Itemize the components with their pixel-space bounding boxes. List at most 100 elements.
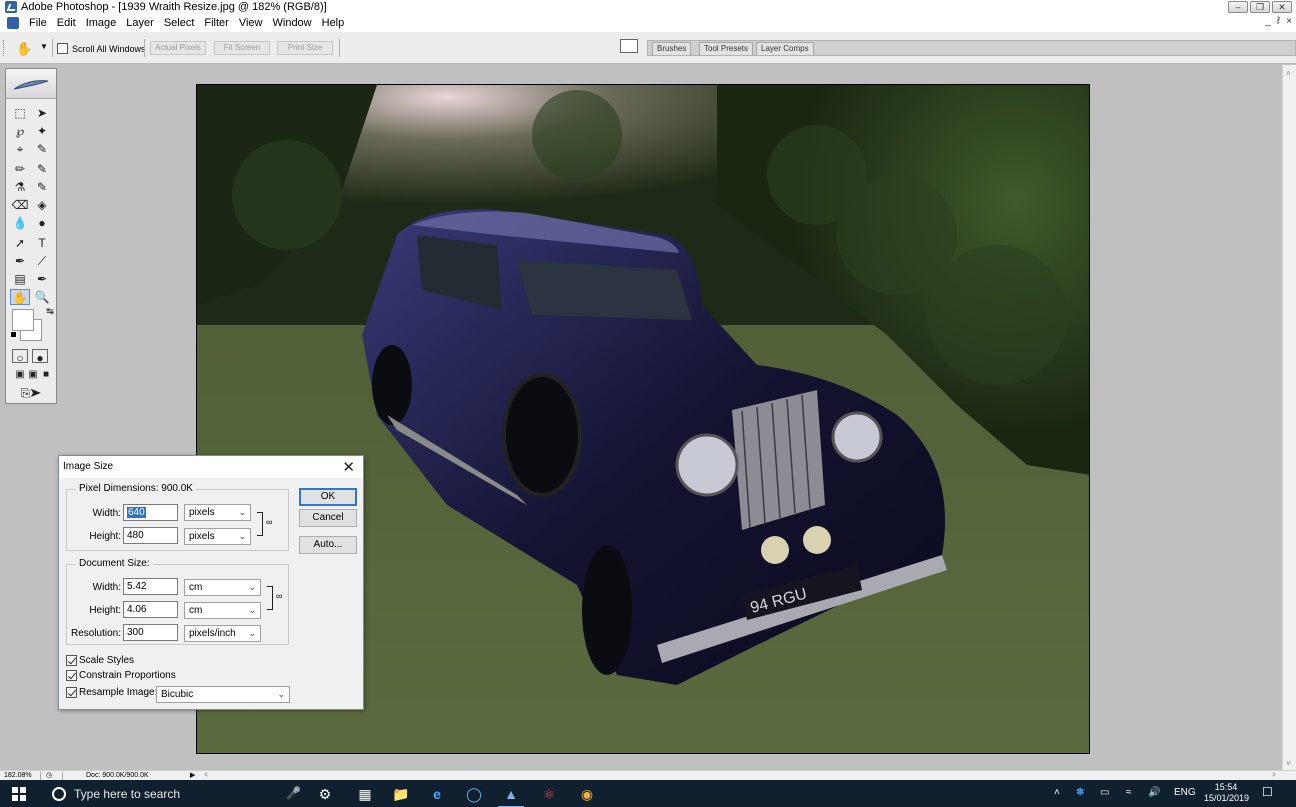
pixel-height-unit-select[interactable]: pixels ⌄ xyxy=(184,528,251,545)
resample-method-select[interactable]: Bicubic ⌄ xyxy=(156,686,290,703)
menu-edit[interactable]: Edit xyxy=(52,17,81,29)
zoom-level[interactable]: 182.08% xyxy=(4,771,32,780)
path-selection-tool-icon[interactable]: ➚ xyxy=(10,235,30,251)
status-info-icon[interactable]: ◷ xyxy=(46,771,52,780)
history-brush-tool-icon[interactable]: ✎ xyxy=(32,179,52,195)
notification-icon[interactable]: ☐ xyxy=(1262,785,1273,799)
microphone-icon[interactable]: 🎤 xyxy=(286,786,301,800)
windows-start-icon[interactable] xyxy=(12,787,26,801)
resolution-input[interactable]: 300 xyxy=(123,624,178,641)
slice-tool-icon[interactable]: ✎ xyxy=(32,141,52,157)
status-menu-arrow-icon[interactable]: ▶ xyxy=(190,771,195,780)
wifi-icon[interactable]: ≈ xyxy=(1126,787,1132,798)
photoshop-feather-icon[interactable] xyxy=(12,77,50,91)
scroll-down-arrow-icon[interactable]: ˅ xyxy=(1286,759,1291,768)
show-hidden-icons-icon[interactable]: ˄ xyxy=(1054,787,1060,798)
marquee-tool-icon[interactable]: ⬚ xyxy=(10,105,30,121)
file-explorer-icon[interactable]: 📁 xyxy=(392,785,410,803)
acrobat-icon[interactable]: ⚛ xyxy=(540,785,558,803)
jump-to-imageready-icon[interactable]: ⎘➤ xyxy=(14,385,48,401)
clone-stamp-tool-icon[interactable]: ⚗ xyxy=(10,179,30,195)
chrome-icon[interactable]: ◉ xyxy=(578,785,596,803)
menu-layer[interactable]: Layer xyxy=(121,17,159,29)
ok-button[interactable]: OK xyxy=(299,488,357,506)
scroll-up-arrow-icon[interactable]: ˄ xyxy=(1286,69,1291,78)
print-size-button[interactable]: Print Size xyxy=(277,41,333,55)
minimize-button[interactable]: – xyxy=(1228,1,1248,13)
type-tool-icon[interactable]: T xyxy=(32,235,52,251)
chevron-down-icon[interactable]: ▼ xyxy=(40,42,48,51)
pixel-width-unit-select[interactable]: pixels ⌄ xyxy=(184,504,251,521)
browser-icon[interactable]: ◯ xyxy=(465,785,483,803)
photoshop-icon[interactable]: ▲ xyxy=(498,785,524,807)
doc-height-input[interactable]: 4.06 xyxy=(123,601,178,618)
auto-button[interactable]: Auto... xyxy=(299,536,357,554)
settings-icon[interactable]: ⚙ xyxy=(316,785,334,803)
calculator-icon[interactable]: ▦ xyxy=(356,785,374,803)
bluetooth-icon[interactable]: ✽ xyxy=(1076,787,1084,798)
pixel-height-input[interactable]: 480 xyxy=(123,527,178,544)
cancel-button[interactable]: Cancel xyxy=(299,509,357,527)
menu-file[interactable]: File xyxy=(24,17,52,29)
swap-colors-icon[interactable]: ↹ xyxy=(40,303,60,319)
doc-height-unit-select[interactable]: cm ⌄ xyxy=(184,602,261,619)
menu-filter[interactable]: Filter xyxy=(199,17,233,29)
constrain-proportions-checkbox[interactable] xyxy=(66,670,77,681)
file-browser-icon[interactable] xyxy=(620,39,638,53)
close-icon[interactable]: ✕ xyxy=(342,458,355,476)
screen-mode-full-icon[interactable]: ■ xyxy=(36,367,56,383)
resolution-unit-select[interactable]: pixels/inch ⌄ xyxy=(184,625,261,642)
eyedropper-tool-icon[interactable]: ✒ xyxy=(32,271,52,287)
paint-bucket-tool-icon[interactable]: ◈ xyxy=(32,197,52,213)
edge-icon[interactable]: e xyxy=(428,785,446,803)
pixel-width-input[interactable]: 640 xyxy=(123,504,178,521)
close-button[interactable]: ✕ xyxy=(1272,1,1292,13)
lasso-tool-icon[interactable]: ℘ xyxy=(10,123,30,139)
battery-icon[interactable]: ▭ xyxy=(1100,787,1109,798)
resample-image-checkbox[interactable] xyxy=(66,687,77,698)
constrain-proportions-option[interactable]: Constrain Proportions xyxy=(66,670,176,681)
language-indicator[interactable]: ENG xyxy=(1174,787,1196,798)
blur-tool-icon[interactable]: 💧 xyxy=(10,215,30,231)
menu-help[interactable]: Help xyxy=(317,17,350,29)
foreground-color-swatch[interactable] xyxy=(12,309,34,331)
menu-select[interactable]: Select xyxy=(159,17,200,29)
healing-brush-tool-icon[interactable]: ✏ xyxy=(10,161,30,177)
cortana-icon[interactable] xyxy=(52,787,66,801)
menu-view[interactable]: View xyxy=(234,17,268,29)
hand-tool-preset-icon[interactable]: ✋ xyxy=(16,41,32,57)
scroll-all-windows-option[interactable]: Scroll All Windows xyxy=(57,43,146,54)
scroll-right-arrow-icon[interactable]: > xyxy=(1272,771,1276,780)
tab-brushes[interactable]: Brushes xyxy=(652,42,692,55)
eraser-tool-icon[interactable]: ⌫ xyxy=(10,197,30,213)
toolbox-header[interactable] xyxy=(6,69,56,99)
options-bar-grip[interactable] xyxy=(3,40,5,56)
line-tool-icon[interactable]: ⟋ xyxy=(32,253,52,269)
scroll-all-windows-checkbox[interactable] xyxy=(57,43,68,54)
default-colors-icon[interactable] xyxy=(10,331,17,338)
brush-tool-icon[interactable]: ✎ xyxy=(32,161,52,177)
magic-wand-tool-icon[interactable]: ✦ xyxy=(32,123,52,139)
vertical-scrollbar[interactable]: ˄ ˅ xyxy=(1282,65,1296,770)
tab-tool-presets[interactable]: Tool Presets xyxy=(699,42,754,55)
actual-pixels-button[interactable]: Actual Pixels xyxy=(150,41,206,55)
volume-icon[interactable]: 🔊 xyxy=(1148,787,1160,798)
doc-close-button[interactable]: × xyxy=(1286,16,1292,27)
scale-styles-option[interactable]: Scale Styles xyxy=(66,655,134,666)
taskbar-search-input[interactable]: Type here to search xyxy=(74,787,180,801)
menu-image[interactable]: Image xyxy=(81,17,122,29)
doc-width-unit-select[interactable]: cm ⌄ xyxy=(184,579,261,596)
hand-tool-icon[interactable]: ✋ xyxy=(10,289,30,305)
fit-screen-button[interactable]: Fit Screen xyxy=(214,41,270,55)
doc-minimize-button[interactable]: _ xyxy=(1265,16,1271,27)
clock[interactable]: 15:54 15/01/2019 xyxy=(1204,782,1249,804)
resample-image-option[interactable]: Resample Image: xyxy=(66,687,157,698)
document-icon[interactable] xyxy=(7,17,19,29)
crop-tool-icon[interactable]: ⌖ xyxy=(10,141,30,157)
doc-width-input[interactable]: 5.42 xyxy=(123,578,178,595)
standard-mode-icon[interactable]: ○ xyxy=(12,349,28,365)
dialog-title-bar[interactable]: Image Size ✕ xyxy=(59,456,363,478)
tab-layer-comps[interactable]: Layer Comps xyxy=(756,42,814,55)
scroll-left-arrow-icon[interactable]: < xyxy=(204,771,208,780)
menu-window[interactable]: Window xyxy=(268,17,317,29)
